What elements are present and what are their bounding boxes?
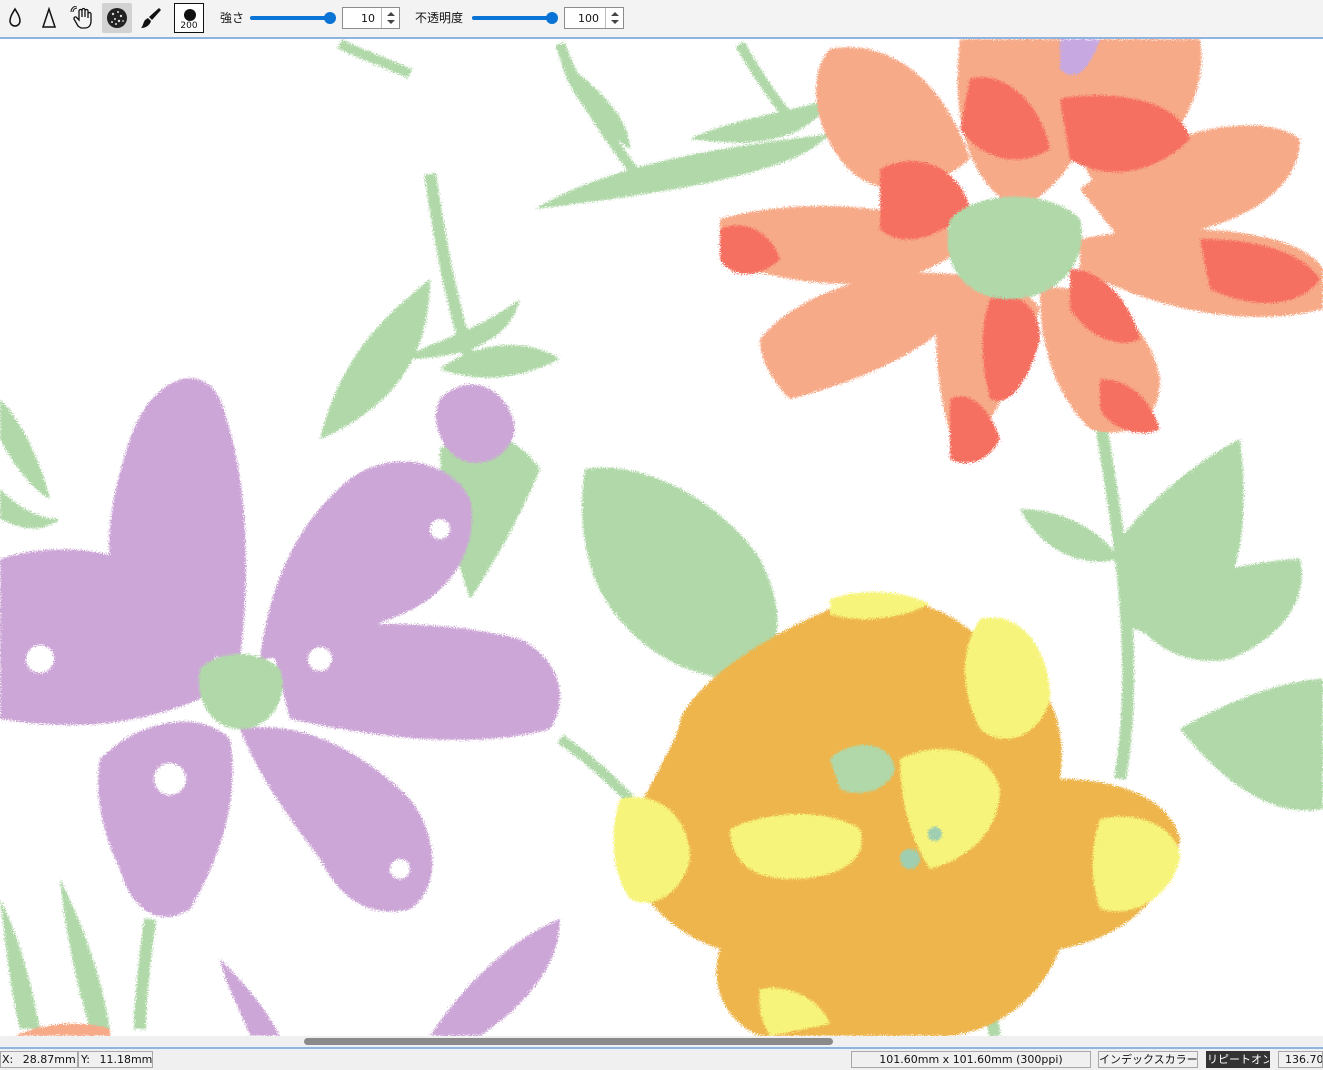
brush-icon (141, 8, 161, 28)
spin-up-icon[interactable] (387, 12, 395, 16)
cone-icon (41, 7, 57, 28)
brush-dot-icon (184, 9, 196, 21)
hand-tool-button[interactable] (68, 3, 98, 33)
drawing-canvas[interactable] (0, 39, 1323, 1036)
strength-slider[interactable] (250, 12, 336, 24)
spin-up-icon[interactable] (611, 12, 619, 16)
drop-tool-button[interactable] (0, 3, 30, 33)
spin-down-icon[interactable] (611, 20, 619, 24)
floral-artwork (0, 39, 1323, 1036)
status-bar: X: 28.87mm Y: 11.18mm 101.60mm x 101.60m… (0, 1049, 1323, 1070)
spray-tool-button[interactable] (102, 3, 132, 33)
smudge-tool-button[interactable] (34, 3, 64, 33)
scrollbar-thumb[interactable] (304, 1038, 834, 1045)
strength-value: 10 (361, 12, 375, 25)
y-label: Y: (81, 1053, 90, 1066)
y-value: 11.18mm (99, 1053, 153, 1066)
opacity-spinbox[interactable]: 100 (564, 7, 624, 29)
opacity-slider-fill (472, 16, 552, 20)
canvas-size-cell: 101.60mm x 101.60mm (300ppi) (851, 1051, 1091, 1068)
horizontal-scrollbar[interactable] (0, 1036, 1323, 1047)
opacity-label: 不透明度 (415, 11, 464, 25)
water-drop-icon (9, 7, 21, 27)
repeat-toggle[interactable]: リピートオン (1206, 1051, 1270, 1068)
strength-spinbox[interactable]: 10 (342, 7, 400, 29)
salmon-flower (720, 39, 1323, 463)
spray-icon (107, 8, 127, 28)
x-label: X: (2, 1053, 14, 1066)
x-value: 28.87mm (22, 1053, 76, 1066)
hand-icon (70, 6, 92, 29)
y-coordinate-cell: Y: 11.18mm (78, 1051, 153, 1068)
color-mode-cell[interactable]: インデックスカラー (1098, 1051, 1198, 1068)
brush-size-value: 200 (180, 21, 198, 31)
strength-slider-thumb[interactable] (324, 12, 336, 24)
strength-slider-fill (250, 16, 330, 20)
zoom-level-cell[interactable]: 136.70% (1278, 1051, 1323, 1068)
strength-label: 強さ (220, 11, 245, 25)
opacity-slider-thumb[interactable] (546, 12, 558, 24)
toolbar: 200 強さ 10 不透明度 100 (0, 0, 1323, 38)
strength-spin-arrows[interactable] (381, 8, 399, 28)
spin-down-icon[interactable] (387, 20, 395, 24)
x-coordinate-cell: X: 28.87mm (0, 1051, 78, 1068)
opacity-slider[interactable] (472, 12, 558, 24)
brush-size-preview[interactable]: 200 (174, 3, 204, 33)
opacity-value: 100 (578, 12, 599, 25)
opacity-spin-arrows[interactable] (605, 8, 623, 28)
brush-tool-button[interactable] (136, 3, 166, 33)
